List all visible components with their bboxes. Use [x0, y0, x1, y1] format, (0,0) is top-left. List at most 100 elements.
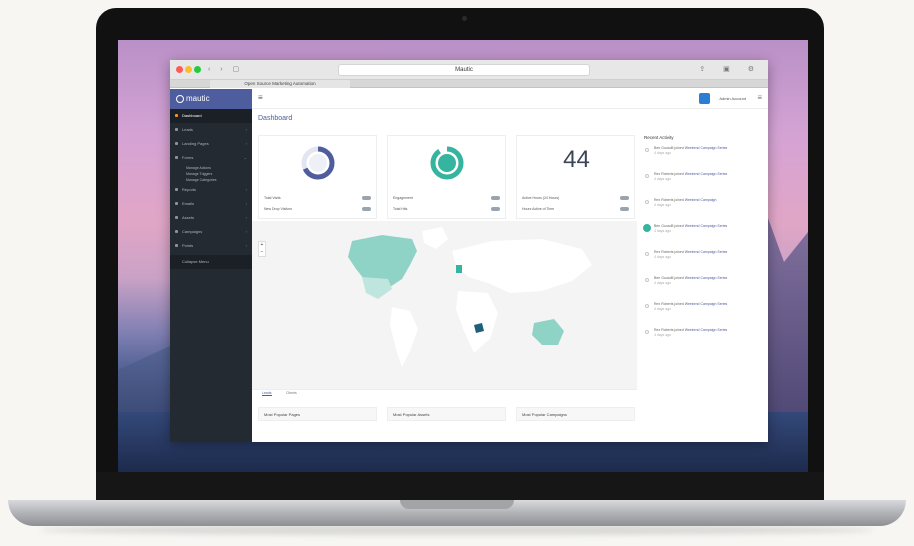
- logo[interactable]: mautic: [170, 89, 252, 109]
- toggle-pill[interactable]: [362, 196, 371, 200]
- menu-icon[interactable]: ≡: [757, 93, 762, 102]
- activity-link[interactable]: Weekend Campaign Series: [685, 146, 728, 150]
- activity-link[interactable]: Weekend Campaign Series: [685, 276, 728, 280]
- sidebar-item-landing-pages[interactable]: Landing Pages ›: [170, 137, 252, 151]
- activity-text: Rex Roberts joined: [654, 172, 685, 176]
- activity-link[interactable]: Weekend Campaign: [685, 198, 717, 202]
- popular-pages-card[interactable]: Most Popular Pages: [258, 407, 377, 421]
- activity-text: Rex Roberts joined: [654, 198, 685, 202]
- donut-chart: [301, 146, 335, 180]
- sidebar-item-label: Dashboard: [182, 113, 202, 118]
- dashboard-icon: [175, 114, 178, 117]
- card-row-label: New Drop Visitors: [264, 207, 292, 211]
- chevron-right-icon: ›: [245, 215, 247, 220]
- browser-nav-buttons[interactable]: ‹ › ▢: [208, 65, 243, 73]
- chevron-right-icon: ›: [245, 243, 247, 248]
- card-row-label: Total Hits: [393, 207, 408, 211]
- chevron-right-icon: ›: [245, 229, 247, 234]
- avatar[interactable]: [699, 93, 710, 104]
- sidebar-item-dashboard[interactable]: Dashboard: [170, 109, 252, 123]
- mautic-logo-icon: [176, 95, 184, 103]
- activity-dot: [645, 252, 649, 256]
- stat-card: 44 Active Hours (24 Hours) Hours Active …: [516, 135, 635, 219]
- world-map[interactable]: + −: [252, 221, 637, 389]
- activity-time: 4 days ago: [654, 151, 672, 155]
- sidebar-item-label: Forms: [182, 155, 194, 160]
- minimize-window-button[interactable]: [185, 66, 192, 73]
- chevron-right-icon: ›: [245, 141, 247, 146]
- chevron-right-icon: ›: [245, 187, 247, 192]
- page-icon: [175, 142, 178, 145]
- browser-tabbar: Open Source Marketing Automation: [170, 80, 768, 88]
- activity-dot: [645, 174, 649, 178]
- popular-assets-card[interactable]: Most Popular Assets: [387, 407, 506, 421]
- mautic-app: mautic Dashboard Leads › Landing Pages ›…: [170, 89, 768, 442]
- activity-link[interactable]: Weekend Campaign Series: [685, 250, 728, 254]
- activity-text: Rex Roberts joined: [654, 302, 685, 306]
- sidebar-item-forms[interactable]: Forms ⌄: [170, 151, 252, 165]
- activity-text: Rex Roberts joined: [654, 250, 685, 254]
- chevron-right-icon: ›: [245, 127, 247, 132]
- sidebar-item-emails[interactable]: Emails ›: [170, 197, 252, 211]
- activity-item: Rex Roberts joined Weekend Campaign Seri…: [644, 302, 764, 328]
- activity-item: Rex Roberts joined Weekend Campaign 4 da…: [644, 198, 764, 224]
- page-title: Dashboard: [258, 115, 293, 122]
- collapse-menu-label: Collapse Menu: [182, 259, 209, 264]
- webcam: [462, 16, 467, 21]
- activity-item: Ben Gousd5 joined Weekend Campaign Serie…: [644, 276, 764, 302]
- activity-text: Rex Roberts joined: [654, 328, 685, 332]
- activity-dot-highlight: [643, 224, 651, 232]
- sidebar-item-label: Leads: [182, 127, 193, 132]
- activity-item: Rex Roberts joined Weekend Campaign Seri…: [644, 250, 764, 276]
- popular-campaigns-card[interactable]: Most Popular Campaigns: [516, 407, 635, 421]
- map-svg: [348, 227, 592, 367]
- chart-icon: [175, 188, 178, 191]
- activity-link[interactable]: Weekend Campaign Series: [685, 224, 728, 228]
- sidebar-item-label: Points: [182, 243, 194, 248]
- activity-dot: [645, 148, 649, 152]
- folder-icon: [175, 216, 178, 219]
- star-icon: [175, 244, 178, 247]
- sidebar-item-label: Landing Pages: [182, 141, 209, 146]
- maximize-window-button[interactable]: [194, 66, 201, 73]
- collapse-menu-button[interactable]: Collapse Menu: [170, 255, 252, 269]
- address-bar[interactable]: Mautic: [338, 64, 590, 76]
- toggle-pill[interactable]: [620, 196, 629, 200]
- toggle-pill[interactable]: [620, 207, 629, 211]
- form-icon: [175, 156, 178, 159]
- activity-time: 4 days ago: [654, 281, 672, 285]
- sidebar-item-reports[interactable]: Reports ›: [170, 183, 252, 197]
- clock-icon: [175, 230, 178, 233]
- menu-toggle-icon[interactable]: ≡: [258, 93, 263, 102]
- sidebar-item-campaigns[interactable]: Campaigns ›: [170, 225, 252, 239]
- activity-link[interactable]: Weekend Campaign Series: [685, 328, 728, 332]
- activity-link[interactable]: Weekend Campaign Series: [685, 172, 728, 176]
- mail-icon: [175, 202, 178, 205]
- activity-time: 4 days ago: [654, 333, 672, 337]
- tab-clients[interactable]: Clients: [286, 391, 297, 395]
- card-row-label: Hours Active of Time: [522, 207, 555, 211]
- sidebar-item-assets[interactable]: Assets ›: [170, 211, 252, 225]
- activity-time: 4 days ago: [654, 177, 672, 181]
- toggle-pill[interactable]: [491, 196, 500, 200]
- chevron-right-icon: ›: [245, 201, 247, 206]
- toggle-pill[interactable]: [362, 207, 371, 211]
- close-window-button[interactable]: [176, 66, 183, 73]
- tab-leads[interactable]: Leads: [262, 391, 272, 396]
- card-row-label: Engagement: [393, 196, 413, 200]
- sidebar-item-points[interactable]: Points ›: [170, 239, 252, 253]
- sidebar-item-leads[interactable]: Leads ›: [170, 123, 252, 137]
- browser-tab[interactable]: Open Source Marketing Automation: [210, 80, 350, 88]
- activity-link[interactable]: Weekend Campaign Series: [685, 302, 728, 306]
- recent-activity: Recent Activity Ben Gousd5 joined Weeken…: [643, 135, 764, 435]
- topbar: ≡ Admin Account ≡: [252, 89, 768, 109]
- activity-time: 4 days ago: [654, 307, 672, 311]
- activity-item: Ben Gousd5 joined Weekend Campaign Serie…: [644, 146, 764, 172]
- sidebar-item-label: Emails: [182, 201, 195, 206]
- card-row-label: Active Hours (24 Hours): [522, 196, 560, 200]
- browser-window: ‹ › ▢ Mautic ⇪ ▣ ⚙ Open Source Marketing…: [170, 60, 768, 442]
- toggle-pill[interactable]: [491, 207, 500, 211]
- browser-toolbar-icons[interactable]: ⇪ ▣ ⚙: [699, 65, 762, 73]
- user-menu[interactable]: Admin Account: [719, 96, 746, 101]
- laptop-notch: [400, 500, 514, 509]
